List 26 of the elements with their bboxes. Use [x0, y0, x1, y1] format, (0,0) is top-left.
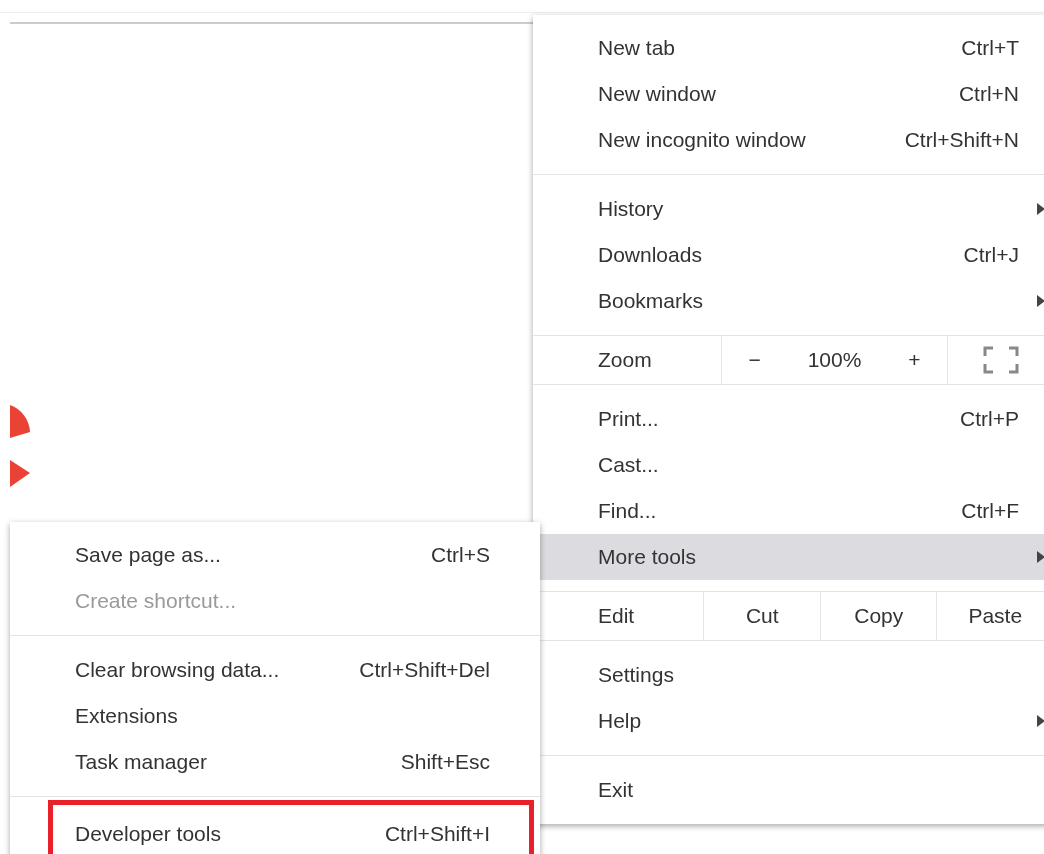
- menu-item[interactable]: Print... Ctrl+P: [533, 396, 1044, 442]
- pie-shape-icon: [10, 405, 32, 490]
- submenu-arrow-icon: [1037, 295, 1044, 307]
- edit-label: Edit: [597, 603, 636, 629]
- menu-item[interactable]: Find... Ctrl+F: [533, 488, 1044, 534]
- zoom-out-button[interactable]: −: [742, 348, 767, 372]
- submenu-arrow-icon: [1037, 551, 1044, 563]
- menu-item[interactable]: New tab Ctrl+T: [533, 25, 1044, 71]
- edit-button[interactable]: Cut: [703, 592, 820, 640]
- submenu-arrow-icon: [1037, 203, 1044, 215]
- zoom-value: 100%: [807, 348, 862, 372]
- zoom-in-button[interactable]: +: [902, 348, 927, 372]
- edit-button[interactable]: Copy: [820, 592, 937, 640]
- menu-item[interactable]: New incognito window Ctrl+Shift+N: [533, 117, 1044, 163]
- menu-item[interactable]: Developer tools Ctrl+Shift+I: [53, 811, 529, 854]
- edit-button[interactable]: Paste: [936, 592, 1044, 640]
- menu-item[interactable]: Save page as... Ctrl+S: [10, 532, 540, 578]
- submenu-arrow-icon: [1037, 715, 1044, 727]
- menu-item[interactable]: New window Ctrl+N: [533, 71, 1044, 117]
- menu-item[interactable]: Bookmarks: [533, 278, 1044, 324]
- menu-item[interactable]: Cast...: [533, 442, 1044, 488]
- menu-item[interactable]: History: [533, 186, 1044, 232]
- zoom-label: Zoom: [597, 347, 653, 373]
- menu-item[interactable]: Downloads Ctrl+J: [533, 232, 1044, 278]
- menu-item[interactable]: Clear browsing data... Ctrl+Shift+Del: [10, 647, 540, 693]
- fullscreen-icon: [983, 346, 1019, 374]
